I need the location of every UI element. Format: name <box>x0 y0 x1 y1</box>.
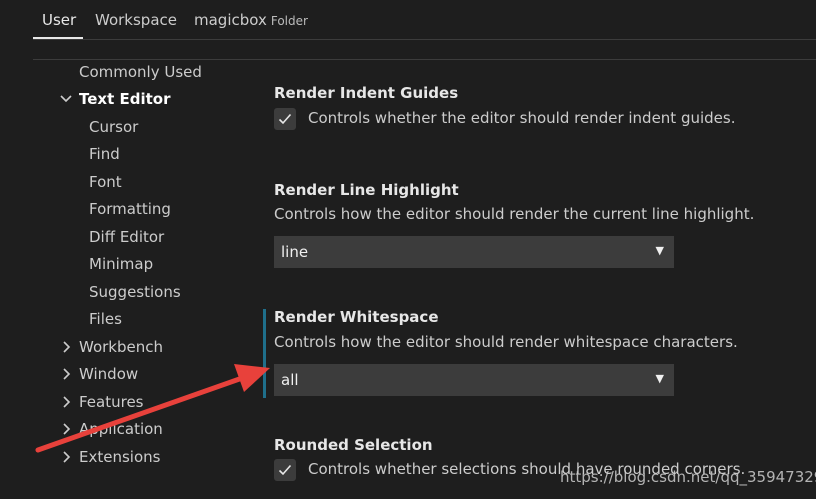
annotation-arrow-icon <box>35 364 270 453</box>
watermark: https://blog.csdn.net/qq_35947329 <box>560 468 816 486</box>
settings-editor: User Workspace magicbox Folder Commonly U… <box>0 0 816 499</box>
